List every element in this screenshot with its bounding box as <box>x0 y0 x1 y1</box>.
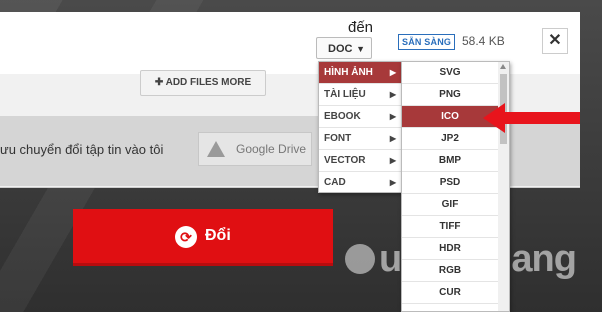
chevron-right-icon: ▶ <box>389 68 396 77</box>
format-menu: SVG PNG ICO JP2 BMP PSD GIF TIFF HDR RGB… <box>401 61 510 312</box>
format-option-svg[interactable]: SVG <box>402 62 498 84</box>
menu-category-label: EBOOK <box>324 111 361 122</box>
format-option-tiff[interactable]: TIFF <box>402 216 498 238</box>
close-icon: ✕ <box>548 32 562 49</box>
add-files-label: ADD FILES MORE <box>165 77 252 88</box>
format-option-bmp[interactable]: BMP <box>402 150 498 172</box>
google-drive-button[interactable]: Google Drive <box>198 132 312 166</box>
status-badge: SẴN SÀNG <box>398 34 456 50</box>
menu-category-label: HÌNH ẢNH <box>324 67 373 78</box>
chevron-right-icon: ▶ <box>389 178 396 187</box>
menu-category-label: CAD <box>324 177 346 188</box>
chevron-right-icon: ▶ <box>389 156 396 165</box>
file-size: 58.4 KB <box>462 34 505 48</box>
close-button[interactable]: ✕ <box>542 28 568 54</box>
save-to-text: ưu chuyển đổi tập tin vào tôi <box>0 142 164 157</box>
lightbulb-icon <box>345 244 375 274</box>
menu-category-vector[interactable]: VECTOR ▶ <box>319 150 401 172</box>
menu-category-cad[interactable]: CAD ▶ <box>319 172 401 194</box>
google-drive-icon <box>207 141 225 157</box>
convert-button[interactable]: ⟳ Đổi <box>73 209 333 266</box>
plus-icon: ✚ <box>154 77 166 88</box>
format-menu-scrollbar[interactable] <box>498 62 509 311</box>
chevron-right-icon: ▶ <box>389 90 396 99</box>
chevron-right-icon: ▶ <box>389 112 396 121</box>
chevron-down-icon: ▼ <box>356 44 365 54</box>
format-option-cur[interactable]: CUR <box>402 282 498 304</box>
to-label: đến <box>348 19 374 36</box>
format-select[interactable]: DOC ▼ <box>316 37 372 59</box>
add-files-button[interactable]: ✚ ADD FILES MORE <box>140 70 266 96</box>
format-option-hdr[interactable]: HDR <box>402 238 498 260</box>
menu-category-ebook[interactable]: EBOOK ▶ <box>319 106 401 128</box>
format-option-rgb[interactable]: RGB <box>402 260 498 282</box>
menu-category-label: VECTOR <box>324 155 366 166</box>
refresh-icon: ⟳ <box>175 226 197 248</box>
menu-category-label: TÀI LIỆU <box>324 89 366 100</box>
menu-category-font[interactable]: FONT ▶ <box>319 128 401 150</box>
format-option-psd[interactable]: PSD <box>402 172 498 194</box>
category-menu: HÌNH ẢNH ▶ TÀI LIỆU ▶ EBOOK ▶ FONT ▶ VEC… <box>318 61 402 193</box>
menu-category-label: FONT <box>324 133 352 144</box>
menu-category-image[interactable]: HÌNH ẢNH ▶ <box>319 62 401 84</box>
menu-category-document[interactable]: TÀI LIỆU ▶ <box>319 84 401 106</box>
format-option-gif[interactable]: GIF <box>402 194 498 216</box>
scroll-up-icon[interactable] <box>500 64 506 69</box>
pointer-arrow-icon <box>483 103 580 133</box>
google-drive-label: Google Drive <box>236 142 307 156</box>
convert-label: Đổi <box>205 227 231 244</box>
chevron-right-icon: ▶ <box>389 134 396 143</box>
